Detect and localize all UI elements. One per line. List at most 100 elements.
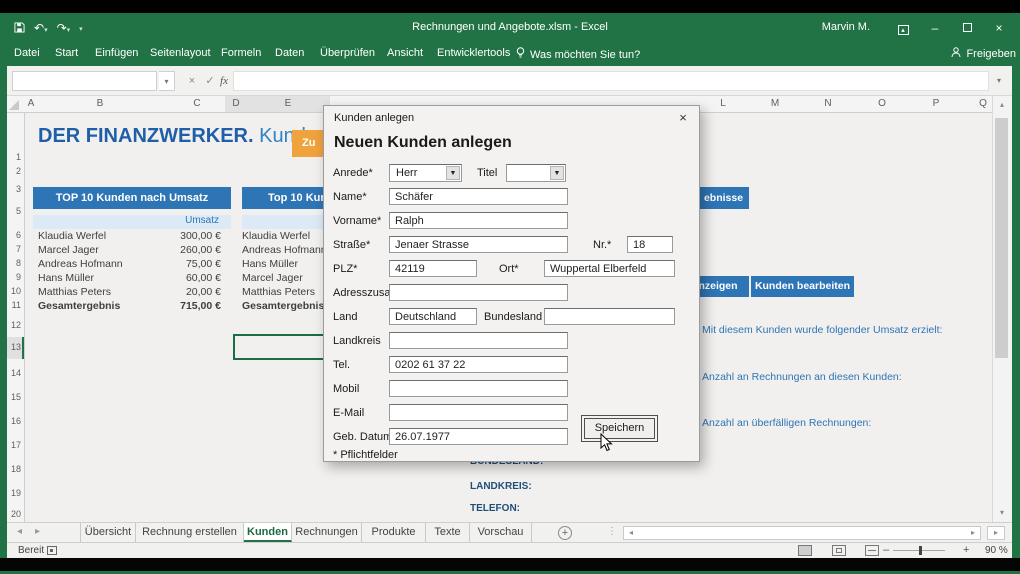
col-header-p[interactable]: P bbox=[933, 98, 940, 109]
scroll-right-end-icon[interactable]: ▸ bbox=[987, 526, 1005, 540]
dialog-close-icon[interactable]: × bbox=[675, 110, 691, 125]
geb-datum-field[interactable] bbox=[389, 428, 568, 445]
edit-customer-button[interactable]: Kunden bearbeiten bbox=[751, 276, 854, 297]
name-field[interactable] bbox=[389, 188, 568, 205]
row-header[interactable]: 19 bbox=[7, 488, 21, 498]
insert-function-icon[interactable]: fx bbox=[215, 71, 233, 91]
tab-start[interactable]: Start bbox=[55, 47, 78, 59]
strasse-field[interactable] bbox=[389, 236, 568, 253]
zoom-out-icon[interactable]: – bbox=[883, 544, 889, 556]
vertical-scroll-thumb[interactable] bbox=[995, 118, 1008, 358]
sheet-nav-right-icon[interactable]: ▸ bbox=[35, 526, 40, 537]
land-field[interactable] bbox=[389, 308, 477, 325]
zoom-in-icon[interactable]: + bbox=[963, 544, 969, 556]
col-header-l[interactable]: L bbox=[720, 98, 726, 109]
scroll-left-icon[interactable]: ◂ bbox=[625, 527, 637, 539]
row-header[interactable]: 11 bbox=[7, 300, 21, 310]
results-button-partial[interactable]: ebnisse bbox=[698, 187, 749, 209]
row-header-selected[interactable]: 13 bbox=[7, 342, 21, 352]
email-field[interactable] bbox=[389, 404, 568, 421]
page-layout-view-icon[interactable] bbox=[832, 545, 846, 556]
nr-field[interactable] bbox=[627, 236, 673, 253]
horizontal-scrollbar[interactable]: ◂ ▸ bbox=[623, 526, 981, 540]
zoom-level[interactable]: 90 % bbox=[985, 545, 1008, 556]
row-header[interactable]: 14 bbox=[7, 368, 21, 378]
zoom-slider-thumb[interactable] bbox=[919, 546, 922, 555]
normal-view-icon[interactable] bbox=[798, 545, 812, 556]
col-header-d[interactable]: D bbox=[232, 98, 239, 109]
bundesland-field[interactable] bbox=[544, 308, 675, 325]
close-button[interactable]: × bbox=[986, 18, 1012, 38]
tab-ueberpruefen[interactable]: Überprüfen bbox=[320, 47, 375, 59]
adresszusatz-field[interactable] bbox=[389, 284, 568, 301]
add-sheet-icon[interactable]: + bbox=[558, 526, 572, 540]
sheet-tab-texte[interactable]: Texte bbox=[426, 523, 470, 542]
ort-field[interactable] bbox=[544, 260, 675, 277]
row-header[interactable]: 9 bbox=[7, 272, 21, 282]
account-user-name[interactable]: Marvin M. bbox=[822, 21, 870, 33]
scroll-up-icon[interactable]: ▴ bbox=[995, 98, 1009, 112]
row-header[interactable]: 5 bbox=[7, 206, 21, 216]
tell-me-box[interactable]: Was möchten Sie tun? bbox=[516, 47, 640, 62]
active-cell-selection[interactable] bbox=[233, 334, 328, 360]
dialog-title[interactable]: Kunden anlegen bbox=[334, 112, 414, 124]
col-header-a[interactable]: A bbox=[28, 98, 35, 109]
select-all-corner[interactable] bbox=[9, 100, 19, 110]
save-button[interactable]: Speichern bbox=[581, 415, 658, 442]
col-header-o[interactable]: O bbox=[878, 98, 886, 109]
tab-daten[interactable]: Daten bbox=[275, 47, 304, 59]
page-break-view-icon[interactable] bbox=[865, 545, 879, 556]
tab-datei[interactable]: Datei bbox=[14, 47, 40, 59]
col-header-m[interactable]: M bbox=[771, 98, 779, 109]
tab-einfuegen[interactable]: Einfügen bbox=[95, 47, 138, 59]
vertical-scrollbar[interactable]: ▴ ▾ bbox=[992, 96, 1010, 522]
row-header[interactable]: 2 bbox=[7, 166, 21, 176]
row-header[interactable]: 10 bbox=[7, 286, 21, 296]
vorname-field[interactable] bbox=[389, 212, 568, 229]
row-header[interactable]: 17 bbox=[7, 440, 21, 450]
tab-ansicht[interactable]: Ansicht bbox=[387, 47, 423, 59]
col-header-b[interactable]: B bbox=[97, 98, 104, 109]
sheet-tab-vorschau[interactable]: Vorschau bbox=[470, 523, 532, 542]
chevron-down-icon[interactable]: ▼ bbox=[446, 166, 460, 180]
name-box-dropdown-icon[interactable]: ▾ bbox=[159, 71, 175, 91]
row-header[interactable]: 3 bbox=[7, 184, 21, 194]
sheet-tab-uebersicht[interactable]: Übersicht bbox=[80, 523, 136, 542]
macro-record-icon[interactable] bbox=[47, 546, 57, 555]
row-header[interactable]: 20 bbox=[7, 509, 21, 519]
tab-formeln[interactable]: Formeln bbox=[221, 47, 261, 59]
expand-formula-bar-icon[interactable]: ▾ bbox=[990, 71, 1008, 91]
sheet-tab-produkte[interactable]: Produkte bbox=[362, 523, 426, 542]
mobil-field[interactable] bbox=[389, 380, 568, 397]
name-box[interactable] bbox=[12, 71, 157, 91]
scroll-down-icon[interactable]: ▾ bbox=[995, 506, 1009, 520]
sheet-tab-kunden-active[interactable]: Kunden bbox=[244, 523, 292, 542]
row-header[interactable]: 1 bbox=[7, 152, 21, 162]
sheet-nav-left-icon[interactable]: ◂ bbox=[17, 526, 22, 537]
anrede-select[interactable]: Herr ▼ bbox=[389, 164, 462, 182]
tab-entwicklertools[interactable]: Entwicklertools bbox=[437, 47, 510, 59]
row-header[interactable]: 6 bbox=[7, 230, 21, 240]
row-header[interactable]: 18 bbox=[7, 464, 21, 474]
titel-select[interactable]: ▼ bbox=[506, 164, 566, 182]
tel-field[interactable] bbox=[389, 356, 568, 373]
ribbon-display-options-icon[interactable]: ▴ bbox=[890, 18, 916, 38]
scroll-right-icon[interactable]: ▸ bbox=[967, 527, 979, 539]
col-header-q[interactable]: Q bbox=[979, 98, 987, 109]
col-header-c[interactable]: C bbox=[193, 98, 200, 109]
share-button[interactable]: Freigeben bbox=[951, 47, 1016, 61]
col-header-n[interactable]: N bbox=[824, 98, 831, 109]
tab-seitenlayout[interactable]: Seitenlayout bbox=[150, 47, 211, 59]
sheet-tab-rechnungen[interactable]: Rechnungen bbox=[292, 523, 362, 542]
row-header[interactable]: 16 bbox=[7, 416, 21, 426]
chevron-down-icon[interactable]: ▼ bbox=[550, 166, 564, 180]
row-header[interactable]: 8 bbox=[7, 258, 21, 268]
maximize-button[interactable] bbox=[954, 18, 980, 38]
formula-input[interactable] bbox=[233, 71, 989, 91]
col-header-e[interactable]: E bbox=[285, 98, 292, 109]
row-header[interactable]: 12 bbox=[7, 320, 21, 330]
row-header[interactable]: 15 bbox=[7, 392, 21, 402]
plz-field[interactable] bbox=[389, 260, 477, 277]
sheet-tab-rechnung-erstellen[interactable]: Rechnung erstellen bbox=[136, 523, 244, 542]
cancel-formula-icon[interactable]: × bbox=[183, 71, 201, 91]
